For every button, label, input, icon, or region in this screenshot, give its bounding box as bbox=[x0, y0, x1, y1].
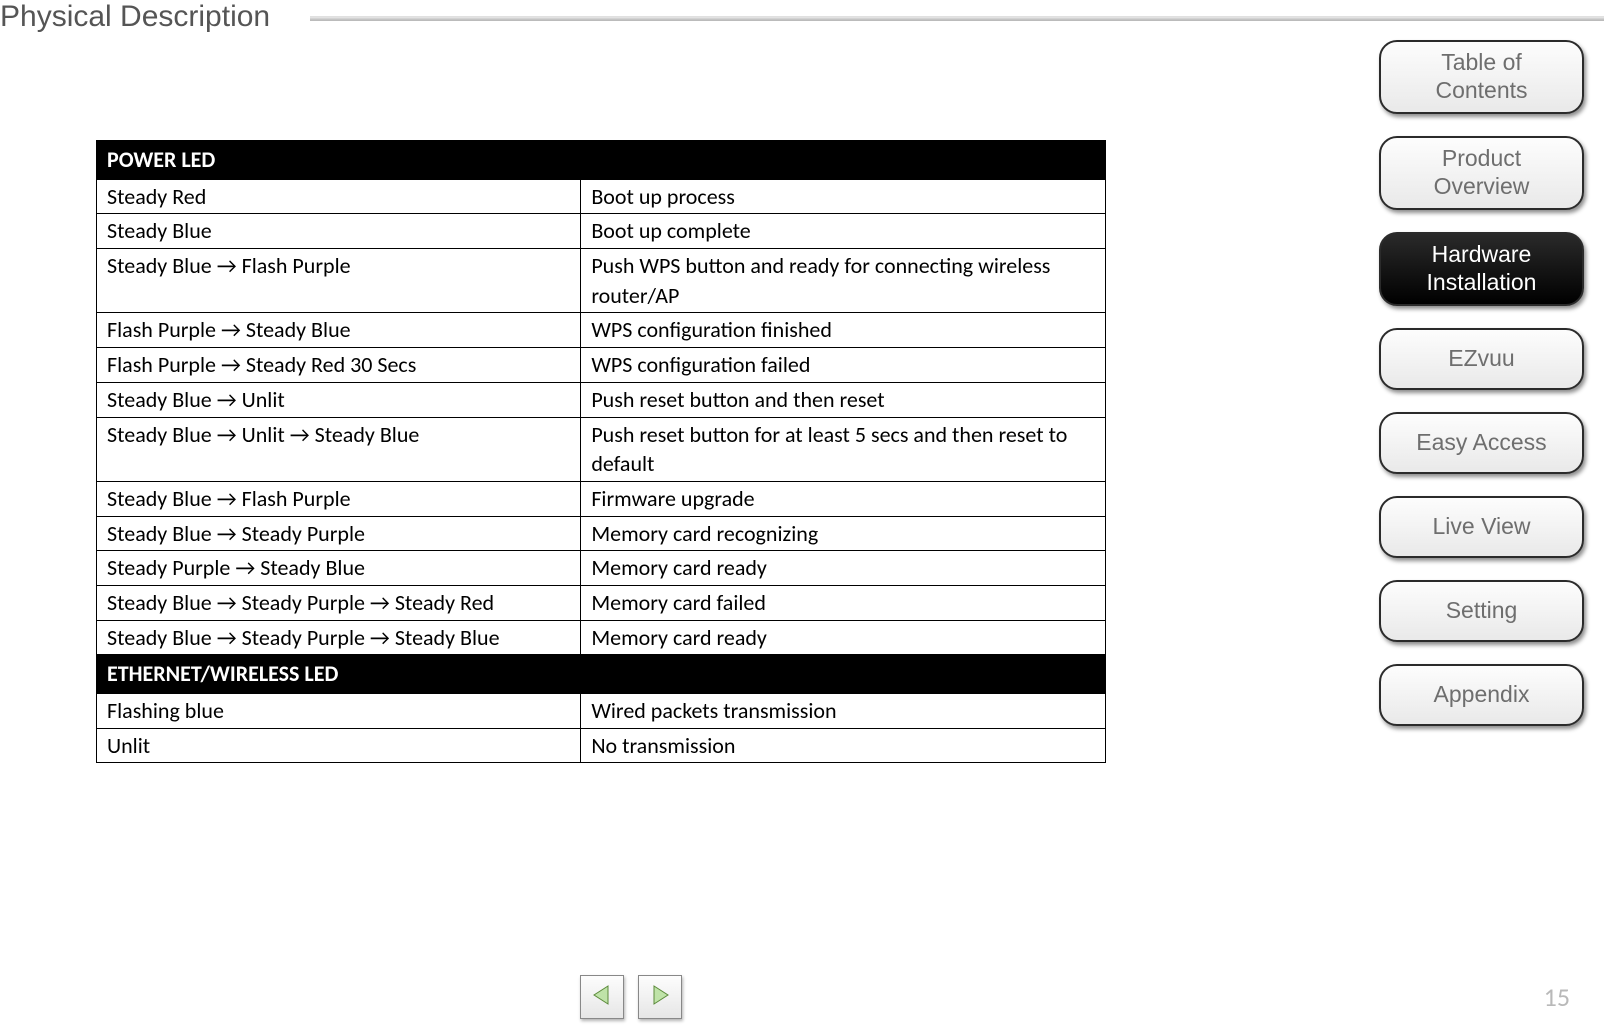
state-cell: Steady Blue → Steady Purple → Steady Red bbox=[97, 585, 581, 620]
meaning-cell: Push WPS button and ready for connecting… bbox=[581, 249, 1106, 313]
meaning-cell: Wired packets transmission bbox=[581, 694, 1106, 729]
table-section-header: POWER LED bbox=[97, 141, 1106, 180]
table-section-header: ETHERNET/WIRELESS LED bbox=[97, 655, 1106, 694]
sidebar-item-label: Live View bbox=[1432, 513, 1530, 541]
state-cell: Steady Red bbox=[97, 179, 581, 214]
state-cell: Steady Blue → Unlit bbox=[97, 382, 581, 417]
meaning-cell: WPS configuration finished bbox=[581, 313, 1106, 348]
meaning-cell: WPS configuration failed bbox=[581, 348, 1106, 383]
led-table: POWER LEDSteady RedBoot up processSteady… bbox=[96, 140, 1106, 763]
meaning-cell: Boot up complete bbox=[581, 214, 1106, 249]
table-row: Steady Blue → Flash PurpleFirmware upgra… bbox=[97, 481, 1106, 516]
table-row: Flash Purple → Steady BlueWPS configurat… bbox=[97, 313, 1106, 348]
meaning-cell: Push reset button and then reset bbox=[581, 382, 1106, 417]
meaning-cell: Memory card failed bbox=[581, 585, 1106, 620]
meaning-cell: Push reset button for at least 5 secs an… bbox=[581, 417, 1106, 481]
table-row: Steady Blue → Steady PurpleMemory card r… bbox=[97, 516, 1106, 551]
state-cell: Flash Purple → Steady Blue bbox=[97, 313, 581, 348]
state-cell: Unlit bbox=[97, 728, 581, 763]
sidebar-item-5[interactable]: Live View bbox=[1379, 496, 1584, 558]
sidebar-item-label: Hardware Installation bbox=[1427, 241, 1537, 296]
table-row: UnlitNo transmission bbox=[97, 728, 1106, 763]
state-cell: Flashing blue bbox=[97, 694, 581, 729]
header-rule bbox=[310, 16, 1604, 21]
main-content: POWER LEDSteady RedBoot up processSteady… bbox=[96, 140, 1106, 763]
state-cell: Steady Blue bbox=[97, 214, 581, 249]
sidebar-item-label: Appendix bbox=[1434, 681, 1530, 709]
table-row: Steady RedBoot up process bbox=[97, 179, 1106, 214]
pager bbox=[580, 975, 682, 1019]
sidebar-item-4[interactable]: Easy Access bbox=[1379, 412, 1584, 474]
sidebar-item-1[interactable]: Product Overview bbox=[1379, 136, 1584, 210]
meaning-cell: No transmission bbox=[581, 728, 1106, 763]
table-row: Steady Purple → Steady BlueMemory card r… bbox=[97, 551, 1106, 586]
sidebar-item-label: Product Overview bbox=[1434, 145, 1530, 200]
arrow-left-icon bbox=[590, 983, 614, 1012]
meaning-cell: Boot up process bbox=[581, 179, 1106, 214]
table-row: Steady Blue → UnlitPush reset button and… bbox=[97, 382, 1106, 417]
state-cell: Steady Blue → Steady Purple → Steady Blu… bbox=[97, 620, 581, 655]
sidebar-item-0[interactable]: Table of Contents bbox=[1379, 40, 1584, 114]
section-header-cell: ETHERNET/WIRELESS LED bbox=[97, 655, 1106, 694]
state-cell: Steady Blue → Unlit → Steady Blue bbox=[97, 417, 581, 481]
state-cell: Steady Blue → Flash Purple bbox=[97, 249, 581, 313]
sidebar: Table of Contents Product Overview Hardwar… bbox=[1379, 40, 1584, 726]
sidebar-item-label: Table of Contents bbox=[1435, 49, 1527, 104]
state-cell: Flash Purple → Steady Red 30 Secs bbox=[97, 348, 581, 383]
sidebar-item-3[interactable]: EZvuu bbox=[1379, 328, 1584, 390]
meaning-cell: Firmware upgrade bbox=[581, 481, 1106, 516]
next-page-button[interactable] bbox=[638, 975, 682, 1019]
sidebar-item-7[interactable]: Appendix bbox=[1379, 664, 1584, 726]
table-row: Steady Blue → Unlit → Steady BluePush re… bbox=[97, 417, 1106, 481]
state-cell: Steady Purple → Steady Blue bbox=[97, 551, 581, 586]
sidebar-item-label: Setting bbox=[1446, 597, 1518, 625]
table-row: Steady Blue → Steady Purple → Steady Blu… bbox=[97, 620, 1106, 655]
table-row: Flashing blueWired packets transmission bbox=[97, 694, 1106, 729]
arrow-right-icon bbox=[648, 983, 672, 1012]
table-row: Steady BlueBoot up complete bbox=[97, 214, 1106, 249]
table-row: Steady Blue → Steady Purple → Steady Red… bbox=[97, 585, 1106, 620]
prev-page-button[interactable] bbox=[580, 975, 624, 1019]
section-header-cell: POWER LED bbox=[97, 141, 1106, 180]
meaning-cell: Memory card ready bbox=[581, 551, 1106, 586]
meaning-cell: Memory card recognizing bbox=[581, 516, 1106, 551]
table-row: Flash Purple → Steady Red 30 SecsWPS con… bbox=[97, 348, 1106, 383]
header: Physical Description bbox=[0, 0, 1604, 34]
page-title: Physical Description bbox=[0, 0, 278, 34]
sidebar-item-label: Easy Access bbox=[1416, 429, 1546, 457]
state-cell: Steady Blue → Flash Purple bbox=[97, 481, 581, 516]
sidebar-item-2[interactable]: Hardware Installation bbox=[1379, 232, 1584, 306]
sidebar-item-6[interactable]: Setting bbox=[1379, 580, 1584, 642]
table-row: Steady Blue → Flash PurplePush WPS butto… bbox=[97, 249, 1106, 313]
sidebar-item-label: EZvuu bbox=[1448, 345, 1514, 373]
page-number: 15 bbox=[1544, 981, 1570, 1013]
meaning-cell: Memory card ready bbox=[581, 620, 1106, 655]
state-cell: Steady Blue → Steady Purple bbox=[97, 516, 581, 551]
